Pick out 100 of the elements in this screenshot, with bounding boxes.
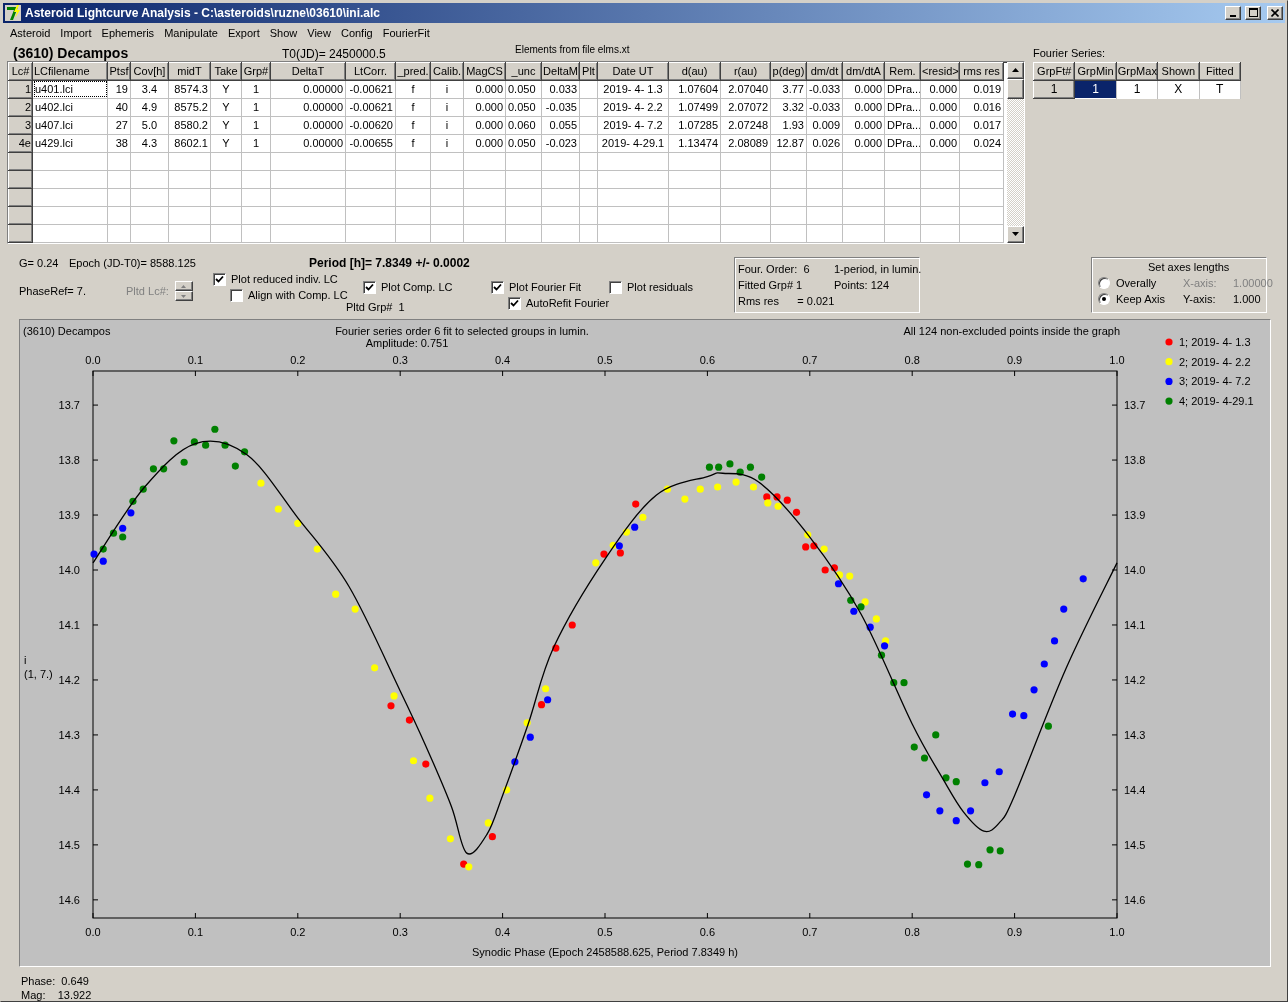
option-checkbox[interactable]: Plot Comp. LC [363,280,453,294]
table-cell: 0.000 [842,98,885,117]
y-tick-label: 14.0 [1124,564,1146,576]
radio-label[interactable]: Overally [1116,277,1157,289]
x-tick-label: 0.2 [290,354,306,366]
column-header[interactable]: Cov[h] [130,62,169,81]
column-header[interactable]: r(au) [720,62,771,81]
table-cell: 2019- 4-29.1 [597,134,669,153]
axis-field-label: X-axis: [1183,277,1218,289]
menu-item[interactable]: Ephemeris [96,26,160,39]
option-checkbox[interactable]: Plot reduced indiv. LC [213,272,338,286]
table-cell: 0.000 [920,80,960,99]
column-header[interactable]: dm/dtA [842,62,885,81]
table-cell: i [430,134,464,153]
table-cell: Y [210,116,242,135]
table-cell[interactable]: T [1199,80,1241,99]
column-header[interactable]: DeltaM [541,62,580,81]
column-header[interactable]: Lc# [8,62,33,81]
x-tick-label: 0.1 [187,926,204,938]
table-cell: 0.000 [842,116,885,135]
table-cell: DPra... [884,80,921,99]
table-cell: 2.07248 [720,116,771,135]
column-header[interactable]: Date UT [597,62,669,81]
column-header[interactable]: dm/dt [806,62,843,81]
option-checkbox[interactable]: Plot residuals [609,280,694,294]
table-cell: 0.024 [959,134,1004,153]
menu-item[interactable]: Show [264,26,303,39]
axes-panel-title: Set axes lengths [1147,261,1231,273]
menu-item[interactable]: View [302,26,336,39]
column-header[interactable]: midT [168,62,211,81]
column-header[interactable]: Calib. [430,62,464,81]
column-header[interactable]: GrpFt# [1033,62,1075,81]
menu-item[interactable]: Manipulate [159,26,223,39]
table-cell: i [430,80,464,99]
option-checkbox[interactable]: Plot Fourier Fit [491,280,582,294]
t0-label: T0(JD)= 2450000.5 [282,46,387,61]
column-header[interactable]: MagCS [463,62,506,81]
table-cell: 0.050 [505,80,542,99]
table-cell[interactable]: X [1157,80,1200,99]
column-header[interactable]: Fitted [1199,62,1241,81]
chart-title: Fourier series order 6 fit to selected groups in lumin. [335,325,589,337]
menu-item[interactable]: Config [335,26,378,39]
menu-item[interactable]: Import [55,26,97,39]
table-cell: 2.07072 [720,98,771,117]
table-cell: 0.000 [463,116,506,135]
column-header[interactable]: Grp# [241,62,271,81]
x-tick-label: 0.4 [494,926,511,938]
y-tick-label: 14.1 [1124,619,1146,631]
x-tick-label: 0.5 [597,354,613,366]
table-cell: 0.019 [959,80,1004,99]
table-cell: 0.000 [920,116,960,135]
column-header[interactable]: <resid> [920,62,960,81]
column-header[interactable]: d(au) [668,62,721,81]
table-cell: 1 [241,98,271,117]
column-header[interactable]: GrpMax [1116,62,1158,81]
axis-field-label: Y-axis: [1183,293,1217,305]
y-axis-sublabel: (1, 7.) [24,668,53,680]
legend-label: 4; 2019- 4-29.1 [1179,395,1254,408]
column-header[interactable]: _unc [505,62,542,81]
table-cell: 3.77 [770,80,807,99]
table-cell: 2.07040 [720,80,771,99]
column-header[interactable]: LtCorr. [345,62,396,81]
mag-readout: Mag: 13.922 [21,989,93,1001]
y-tick-label: 14.3 [58,728,80,741]
table-cell: 0.016 [959,98,1004,117]
table-cell: 12.87 [770,134,807,153]
column-header[interactable]: _pred. [395,62,431,81]
option-checkbox[interactable]: Align with Comp. LC [230,288,348,302]
y-tick-label: 14.1 [58,619,80,631]
menu-item[interactable]: Export [222,26,265,39]
x-tick-label: 0.0 [85,926,101,938]
table-cell: -0.00621 [345,80,396,99]
option-checkbox[interactable]: AutoRefit Fourier [508,296,610,310]
y-tick-label: 14.0 [58,564,80,576]
column-header[interactable]: rms res [959,62,1004,81]
fit-info-text: Points: 124 [834,279,891,291]
y-tick-label: 14.6 [58,893,80,906]
x-tick-label: 0.0 [85,354,101,366]
radio-label[interactable]: Keep Axis [1116,293,1165,305]
column-header[interactable]: DeltaT [270,62,346,81]
column-header[interactable]: Shown [1157,62,1200,81]
table-cell: 1 [241,134,271,153]
table-cell[interactable]: 1 [1116,80,1158,99]
table-cell: 0.000 [463,80,506,99]
y-tick-label: 13.8 [1124,454,1146,467]
column-header[interactable]: LCfilename [32,62,108,81]
column-header[interactable]: p(deg) [770,62,807,81]
column-header[interactable]: Take [210,62,242,81]
table-cell: -0.00655 [345,134,396,153]
menu-item[interactable]: FourierFit [377,26,435,39]
x-tick-label: 0.2 [290,926,306,938]
table-cell: -0.00620 [345,116,396,135]
column-header[interactable]: GrpMin [1074,62,1117,81]
table-cell: 2019- 4- 2.2 [597,98,669,117]
table-cell: 0.033 [541,80,580,99]
column-header[interactable]: Ptsf [107,62,131,81]
y-tick-label: 13.9 [58,509,80,522]
table-cell: 0.00000 [270,80,346,99]
column-header[interactable]: Rem. [884,62,921,81]
menu-item[interactable]: Asteroid [5,26,56,39]
